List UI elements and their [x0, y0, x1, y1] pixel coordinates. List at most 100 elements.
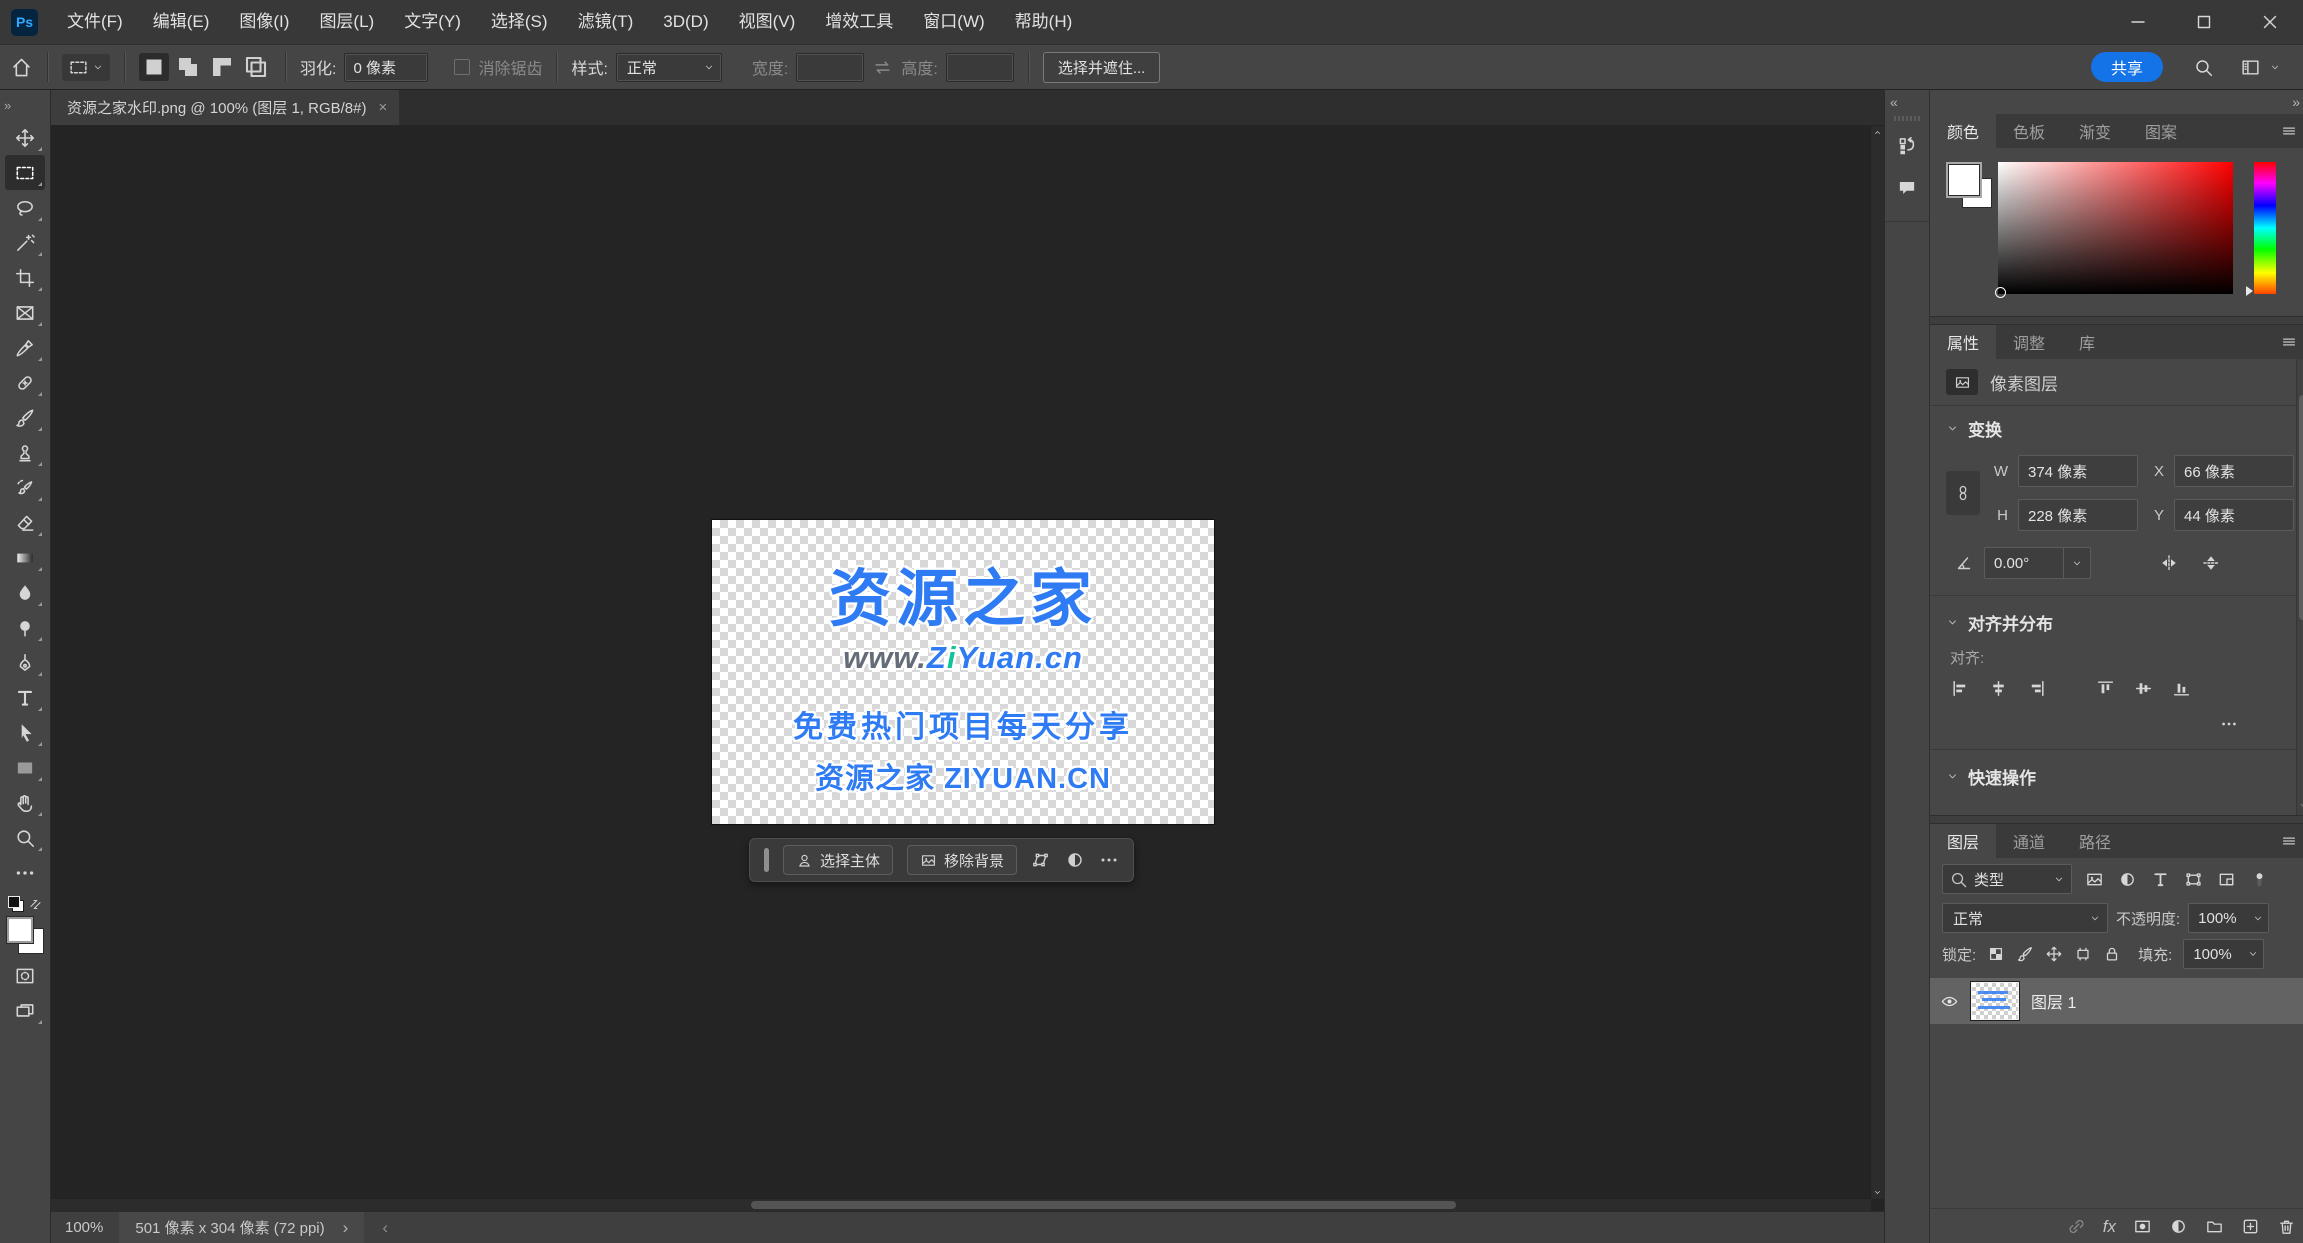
- menu-item-7[interactable]: 滤镜(T): [563, 0, 649, 44]
- menu-item-1[interactable]: 文件(F): [52, 0, 138, 44]
- tab-颜色[interactable]: 颜色: [1930, 114, 1997, 148]
- filter-type-layers-icon[interactable]: [2151, 870, 2170, 889]
- rectangle-tool[interactable]: [5, 750, 45, 785]
- minimize-button[interactable]: [2105, 0, 2171, 44]
- add-selection-mode[interactable]: [173, 53, 203, 81]
- tab-路径[interactable]: 路径: [2062, 824, 2128, 858]
- tab-通道[interactable]: 通道: [1996, 824, 2062, 858]
- vertical-scrollbar[interactable]: [1870, 126, 1884, 1199]
- menu-item-11[interactable]: 窗口(W): [908, 0, 999, 44]
- document-tab[interactable]: 资源之家水印.png @ 100% (图层 1, RGB/8#) ×: [51, 90, 400, 125]
- new-group-button[interactable]: [2205, 1217, 2224, 1236]
- layer-thumbnail[interactable]: [1970, 981, 2020, 1021]
- menu-item-3[interactable]: 图像(I): [224, 0, 304, 44]
- panel-menu-icon[interactable]: [2280, 122, 2298, 140]
- menu-item-8[interactable]: 3D(D): [648, 0, 723, 44]
- history-brush-tool[interactable]: [5, 470, 45, 505]
- select-and-mask-button[interactable]: 选择并遮住...: [1042, 51, 1161, 83]
- color-swatches[interactable]: [1948, 164, 1992, 208]
- maximize-button[interactable]: [2171, 0, 2237, 44]
- width-field[interactable]: 374 像素: [2018, 455, 2138, 487]
- default-colors-icon[interactable]: [7, 896, 24, 912]
- magic-wand-tool[interactable]: [5, 225, 45, 260]
- align-top-icon[interactable]: [2095, 678, 2116, 699]
- new-selection-mode[interactable]: [139, 53, 169, 81]
- toolbar-collapse[interactable]: »: [0, 90, 54, 120]
- y-field[interactable]: 44 像素: [2174, 499, 2294, 531]
- lock-transparency-icon[interactable]: [1987, 945, 2005, 963]
- tab-调整[interactable]: 调整: [1996, 325, 2062, 359]
- comments-panel-icon[interactable]: [1896, 177, 1918, 199]
- link-dimensions-icon[interactable]: [1946, 471, 1980, 515]
- edit-toolbar[interactable]: [5, 855, 45, 890]
- saturation-field[interactable]: [1995, 162, 2233, 298]
- panel-menu-icon[interactable]: [2280, 832, 2298, 850]
- path-selection-tool[interactable]: [5, 715, 45, 750]
- width-input[interactable]: [796, 52, 865, 82]
- align-horizontal-center-icon[interactable]: [1988, 678, 2009, 699]
- menu-item-2[interactable]: 编辑(E): [138, 0, 225, 44]
- flip-horizontal-icon[interactable]: [2159, 553, 2179, 573]
- color-cursor[interactable]: [1995, 287, 2006, 298]
- more-options-icon[interactable]: [1099, 850, 1119, 870]
- tab-库[interactable]: 库: [2062, 325, 2112, 359]
- dodge-tool[interactable]: [5, 610, 45, 645]
- scroll-left-icon[interactable]: ‹: [382, 1218, 388, 1238]
- link-layers-button[interactable]: [2067, 1217, 2086, 1236]
- align-bottom-icon[interactable]: [2171, 678, 2192, 699]
- tab-渐变[interactable]: 渐变: [2062, 114, 2128, 148]
- layer-filter-select[interactable]: 类型: [1942, 864, 2072, 894]
- lock-pixels-icon[interactable]: [2016, 945, 2034, 963]
- workspace-icon[interactable]: [2240, 57, 2261, 78]
- menu-item-12[interactable]: 帮助(H): [1000, 0, 1088, 44]
- new-adjustment-layer-button[interactable]: [2169, 1217, 2188, 1236]
- transform-section-header[interactable]: 变换: [1946, 416, 2294, 441]
- rectangular-marquee-tool[interactable]: [5, 155, 45, 190]
- status-expand-icon[interactable]: ›: [343, 1218, 349, 1238]
- scrollbar-thumb[interactable]: [751, 1201, 1456, 1209]
- menu-item-10[interactable]: 增效工具: [810, 0, 908, 44]
- zoom-tool[interactable]: [5, 820, 45, 855]
- properties-scrollbar[interactable]: [2296, 359, 2303, 815]
- align-right-icon[interactable]: [2026, 678, 2047, 699]
- strip-grip[interactable]: [1894, 116, 1920, 121]
- antialias-checkbox[interactable]: [454, 59, 471, 75]
- swap-width-height-icon[interactable]: [872, 57, 893, 78]
- tab-图案[interactable]: 图案: [2128, 114, 2194, 148]
- eyedropper-tool[interactable]: [5, 330, 45, 365]
- subtract-selection-mode[interactable]: [207, 53, 237, 81]
- quick-actions-header[interactable]: 快速操作: [1946, 764, 2294, 789]
- transform-icon[interactable]: [1031, 850, 1051, 870]
- chevron-down-icon[interactable]: [2269, 61, 2281, 73]
- height-input[interactable]: [945, 52, 1014, 82]
- strip-collapse[interactable]: «: [1880, 90, 1934, 114]
- blend-mode-select[interactable]: 正常: [1942, 903, 2108, 933]
- frame-tool[interactable]: [5, 295, 45, 330]
- layer-visibility-icon[interactable]: [1940, 992, 1959, 1011]
- dock-collapse[interactable]: »: [1930, 90, 2303, 114]
- gradient-tool[interactable]: [5, 540, 45, 575]
- zoom-level[interactable]: 100%: [65, 1219, 103, 1236]
- delete-layer-button[interactable]: [2277, 1217, 2296, 1236]
- lock-position-icon[interactable]: [2045, 945, 2063, 963]
- adjustment-icon[interactable]: [1065, 850, 1085, 870]
- screen-mode-button[interactable]: [5, 993, 45, 1028]
- version-history-panel-icon[interactable]: [1896, 135, 1918, 157]
- style-select[interactable]: 正常: [615, 52, 722, 82]
- tab-色板[interactable]: 色板: [1996, 114, 2062, 148]
- foreground-color-swatch[interactable]: [1948, 164, 1980, 196]
- filter-toggle[interactable]: [2250, 870, 2269, 889]
- hand-tool[interactable]: [5, 785, 45, 820]
- eraser-tool[interactable]: [5, 505, 45, 540]
- opacity-value[interactable]: 100%: [2188, 903, 2270, 933]
- intersect-selection-mode[interactable]: [241, 53, 271, 81]
- x-field[interactable]: 66 像素: [2174, 455, 2294, 487]
- blur-tool[interactable]: [5, 575, 45, 610]
- share-button[interactable]: 共享: [2090, 52, 2163, 82]
- search-icon[interactable]: [2193, 57, 2214, 78]
- select-subject-button[interactable]: 选择主体: [783, 845, 894, 875]
- clone-stamp-tool[interactable]: [5, 435, 45, 470]
- brush-tool[interactable]: [5, 400, 45, 435]
- filter-smart-objects-icon[interactable]: [2217, 870, 2236, 889]
- height-field[interactable]: 228 像素: [2018, 499, 2138, 531]
